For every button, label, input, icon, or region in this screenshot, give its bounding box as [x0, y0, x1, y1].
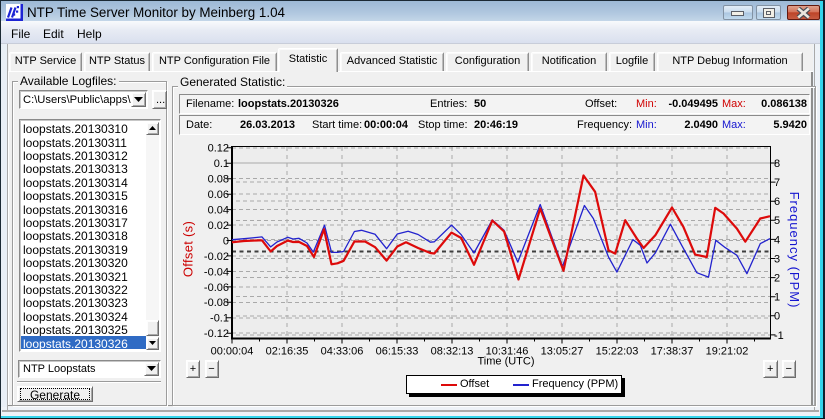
svg-text:8: 8 [774, 158, 780, 170]
svg-text:02:16:35: 02:16:35 [266, 346, 309, 358]
svg-text:4: 4 [774, 234, 780, 246]
svg-text:2: 2 [774, 273, 780, 285]
svg-text:Time (UTC): Time (UTC) [477, 356, 534, 368]
svg-text:-1: -1 [774, 330, 784, 342]
svg-text:-0.02: -0.02 [204, 251, 229, 263]
svg-text:-0.04: -0.04 [204, 266, 229, 278]
svg-text:00:00:04: 00:00:04 [211, 346, 254, 358]
svg-text:-0.06: -0.06 [204, 282, 229, 294]
svg-text:08:32:13: 08:32:13 [431, 346, 474, 358]
svg-text:0.02: 0.02 [208, 220, 229, 232]
svg-text:3: 3 [774, 253, 780, 265]
svg-text:-0.12: -0.12 [204, 328, 229, 340]
svg-text:6: 6 [774, 196, 780, 208]
svg-text:-0.1: -0.1 [210, 313, 229, 325]
svg-text:-0.08: -0.08 [204, 297, 229, 309]
svg-text:15:22:03: 15:22:03 [596, 346, 639, 358]
svg-text:7: 7 [774, 177, 780, 189]
svg-text:13:05:27: 13:05:27 [541, 346, 584, 358]
svg-text:Frequency (PPM): Frequency (PPM) [787, 192, 802, 309]
svg-text:0.08: 0.08 [208, 174, 229, 186]
svg-text:0.04: 0.04 [208, 205, 229, 217]
svg-text:17:38:37: 17:38:37 [651, 346, 694, 358]
svg-text:5: 5 [774, 215, 780, 227]
svg-text:Offset (s): Offset (s) [181, 221, 196, 277]
svg-text:0.1: 0.1 [214, 158, 229, 170]
svg-text:04:33:06: 04:33:06 [321, 346, 364, 358]
svg-text:0.06: 0.06 [208, 189, 229, 201]
svg-text:0: 0 [223, 235, 229, 247]
svg-text:19:21:02: 19:21:02 [706, 346, 749, 358]
svg-text:0: 0 [774, 311, 780, 323]
svg-text:1: 1 [774, 292, 780, 304]
svg-text:06:15:33: 06:15:33 [376, 346, 419, 358]
svg-text:0.12: 0.12 [208, 143, 229, 155]
